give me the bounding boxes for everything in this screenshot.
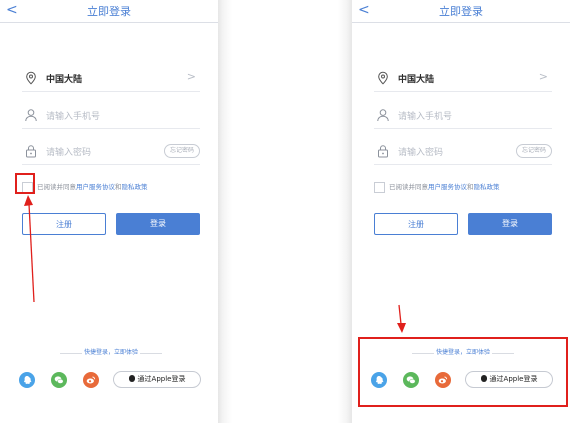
user-agreement-link[interactable]: 用户服务协议 <box>428 183 467 191</box>
agreement-text: 已阅读并同意用户服务协议和隐私政策 <box>37 182 148 192</box>
annotation-box-quick-login <box>358 337 568 407</box>
password-input[interactable]: 请输入密码 忘记密码 <box>374 140 552 165</box>
qq-login-button[interactable] <box>19 372 35 388</box>
annotation-box-checkbox <box>15 173 35 194</box>
privacy-policy-link[interactable]: 隐私政策 <box>122 183 148 191</box>
login-button[interactable]: 登录 <box>116 213 200 235</box>
user-agreement-link[interactable]: 用户服务协议 <box>76 183 115 191</box>
forgot-password-button[interactable]: 忘记密码 <box>515 144 552 158</box>
apple-icon <box>128 375 135 382</box>
agreement-prefix: 已阅读并同意 <box>389 183 428 191</box>
lock-icon <box>378 145 388 158</box>
chevron-right-icon: > <box>186 70 196 83</box>
apple-login-label: 通过Apple登录 <box>137 375 186 383</box>
apple-login-button[interactable]: 通过Apple登录 <box>113 371 201 388</box>
quick-login-label: 快捷登录，立即体验 <box>83 349 138 356</box>
privacy-policy-link[interactable]: 隐私政策 <box>474 183 500 191</box>
password-input[interactable]: 请输入密码 忘记密码 <box>22 140 200 165</box>
agreement-text: 已阅读并同意用户服务协议和隐私政策 <box>389 182 500 192</box>
chevron-right-icon: > <box>538 70 548 83</box>
phone-placeholder: 请输入手机号 <box>398 112 453 122</box>
agreement-prefix: 已阅读并同意 <box>37 183 76 191</box>
weibo-icon <box>86 376 96 384</box>
region-value: 中国大陆 <box>398 75 435 85</box>
gutter-divider <box>218 0 352 423</box>
quick-login-divider: 快捷登录，立即体验 <box>22 348 200 358</box>
user-icon <box>377 109 389 122</box>
user-icon <box>25 109 37 122</box>
page-title: 立即登录 <box>87 5 131 18</box>
lock-icon <box>26 145 36 158</box>
nav-bar: < 立即登录 <box>0 0 218 23</box>
forgot-password-button[interactable]: 忘记密码 <box>163 144 200 158</box>
phone-input[interactable]: 请输入手机号 <box>22 104 200 129</box>
login-button[interactable]: 登录 <box>468 213 552 235</box>
password-placeholder: 请输入密码 <box>46 148 92 158</box>
agreement-checkbox[interactable] <box>374 182 385 193</box>
register-button[interactable]: 注册 <box>374 213 458 235</box>
weibo-login-button[interactable] <box>83 372 99 388</box>
page-title: 立即登录 <box>439 5 483 18</box>
region-value: 中国大陆 <box>46 75 83 85</box>
location-pin-icon <box>26 71 36 85</box>
qq-icon <box>24 376 32 384</box>
phone-placeholder: 请输入手机号 <box>46 112 101 122</box>
nav-bar: < 立即登录 <box>352 0 570 23</box>
wechat-icon <box>54 376 64 384</box>
region-selector[interactable]: 中国大陆 > <box>22 67 200 92</box>
wechat-login-button[interactable] <box>51 372 67 388</box>
region-selector[interactable]: 中国大陆 > <box>374 67 552 92</box>
password-placeholder: 请输入密码 <box>398 148 444 158</box>
location-pin-icon <box>378 71 388 85</box>
phone-input[interactable]: 请输入手机号 <box>374 104 552 129</box>
login-screen-left: < 立即登录 中国大陆 > 请输入手机号 请输入密码 忘记密码 已阅读并同意用户… <box>0 0 218 423</box>
register-button[interactable]: 注册 <box>22 213 106 235</box>
